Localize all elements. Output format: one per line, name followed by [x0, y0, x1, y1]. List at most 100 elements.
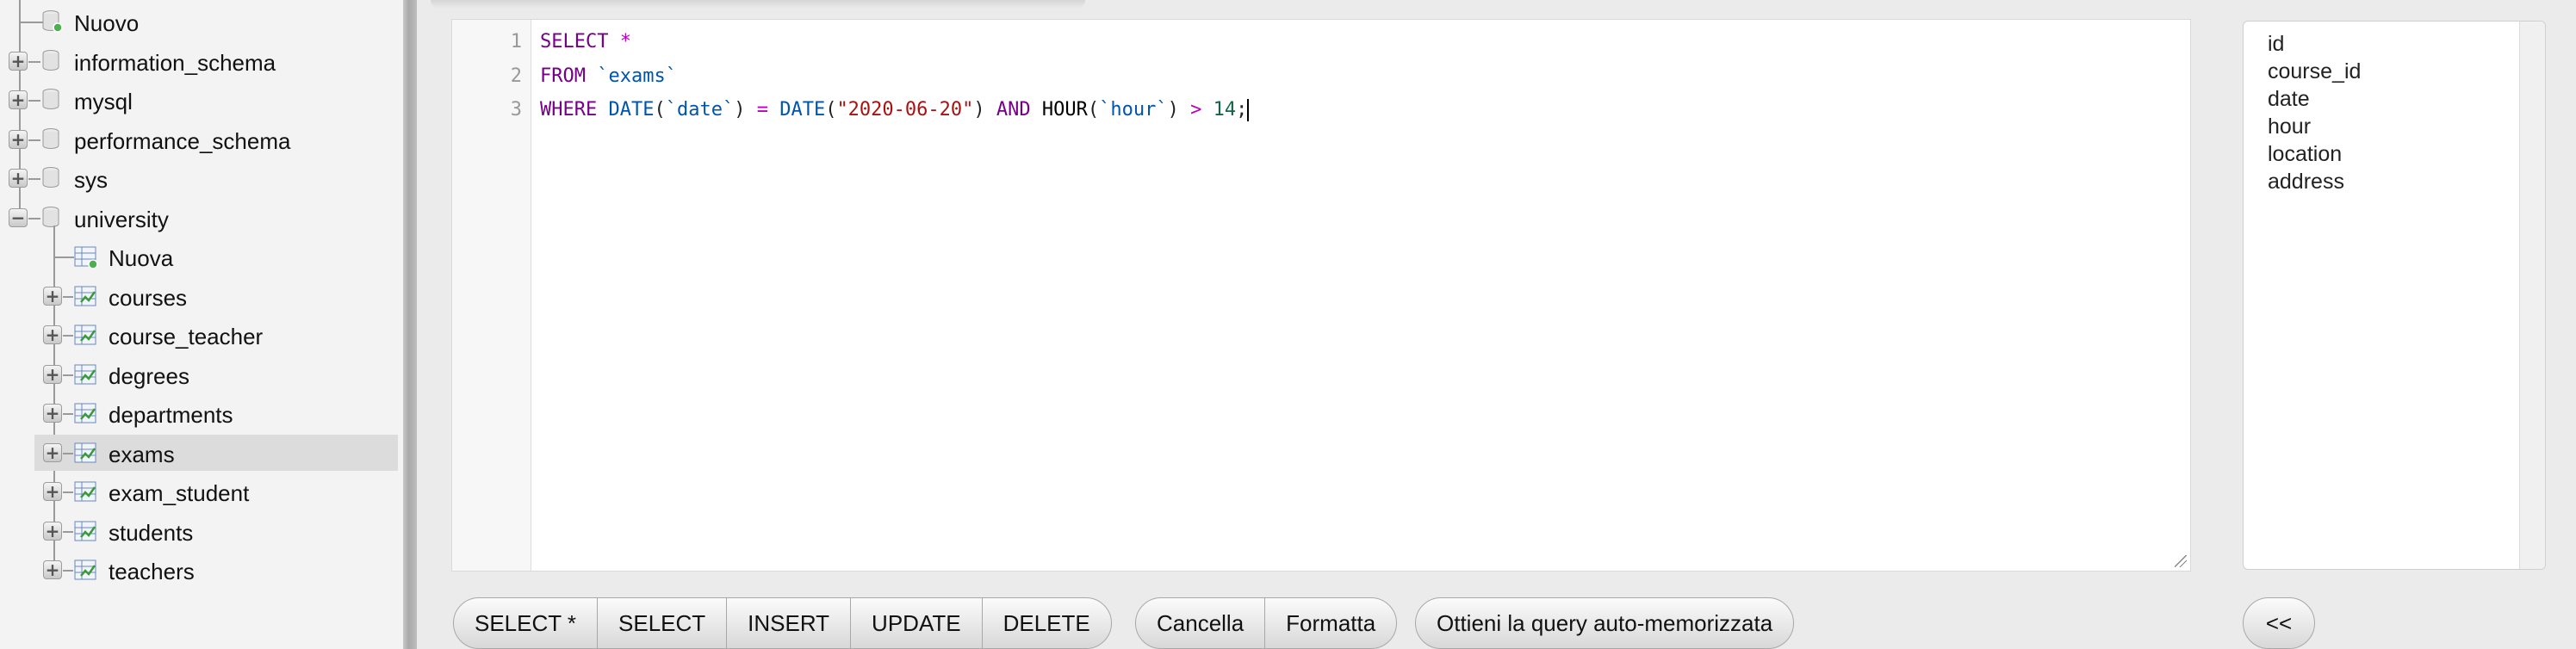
tree-connector	[63, 570, 73, 572]
tree-connector	[63, 491, 73, 493]
expand-icon[interactable]: +	[9, 51, 28, 71]
tree-item-label: exams	[109, 441, 175, 467]
expand-icon[interactable]: +	[9, 129, 28, 149]
tree-item-label: degrees	[109, 362, 189, 389]
tree-item-label: course_teacher	[109, 324, 264, 349]
expand-icon[interactable]: +	[9, 169, 28, 188]
code-token: FROM	[540, 65, 586, 87]
tree-item-label: Nuova	[109, 245, 174, 271]
expand-icon[interactable]: +	[43, 442, 62, 462]
expand-icon[interactable]: +	[43, 560, 62, 579]
get-autosaved-query-button[interactable]: Ottieni la query auto-memorizzata	[1416, 598, 1793, 648]
tree-connector	[28, 100, 40, 102]
tree-connector	[63, 452, 73, 454]
code-token: ;	[1236, 99, 1248, 121]
expand-icon[interactable]: +	[43, 325, 62, 344]
scrollbar[interactable]	[2519, 22, 2545, 569]
table-icon	[74, 481, 96, 502]
database-icon	[42, 89, 59, 109]
table-icon	[74, 403, 96, 423]
tree-item-label: exam_student	[109, 480, 250, 506]
tree-connector	[63, 374, 73, 376]
code-token: SELECT	[540, 31, 609, 53]
code-token: DATE	[608, 99, 655, 121]
new-database-icon	[42, 10, 63, 33]
tree-item-label: Nuovo	[74, 10, 140, 36]
panel-resizer[interactable]	[403, 0, 417, 649]
database-icon	[42, 206, 59, 227]
code-token: 14	[1213, 99, 1237, 121]
tree-item-label: mysql	[74, 89, 133, 114]
insert-button[interactable]: INSERT	[727, 598, 852, 648]
navigation-tree: Nuovo + information_schema + mysql + performan…	[0, 0, 403, 649]
code-token: )	[1167, 99, 1179, 121]
code-token: `date`	[665, 99, 735, 121]
delete-button[interactable]: DELETE	[983, 598, 1111, 648]
expand-icon[interactable]: +	[43, 521, 62, 541]
tree-item-label: information_schema	[74, 49, 276, 76]
update-button[interactable]: UPDATE	[851, 598, 983, 648]
table-icon	[74, 364, 96, 384]
column-item-course-id[interactable]: course_id	[2268, 59, 2361, 84]
sql-editor[interactable]: 123 SELECT * FROM `exams` WHERE DATE(`date…	[451, 19, 2191, 572]
tree-item-label: departments	[109, 402, 233, 428]
autosave-button-group: Ottieni la query auto-memorizzata	[1415, 597, 1795, 649]
expand-icon[interactable]: +	[9, 90, 28, 109]
column-item-date[interactable]: date	[2268, 87, 2310, 112]
column-item-location[interactable]: location	[2268, 142, 2342, 167]
expand-icon[interactable]: +	[43, 364, 62, 384]
code-token: `hour`	[1099, 99, 1168, 121]
code-token: >	[1190, 99, 1202, 121]
expand-icon[interactable]: +	[43, 286, 62, 306]
resize-grip-icon[interactable]	[2175, 555, 2187, 567]
column-list[interactable]: id course_iddate hour location address	[2243, 21, 2546, 570]
code-token: WHERE	[540, 99, 598, 121]
insert-column-button[interactable]: <<	[2244, 598, 2314, 648]
query-template-buttons: SELECT * SELECT INSERT UPDATE DELETE	[453, 597, 1112, 649]
code-token: HOUR	[1041, 99, 1088, 121]
code-token: )	[973, 99, 985, 121]
line-number: 2	[510, 65, 522, 87]
tree-item-label: students	[109, 519, 194, 546]
code-token: *	[619, 31, 631, 53]
code-line: WHERE DATE(`date`) = DATE("2020-06-20") …	[540, 99, 1250, 121]
collapse-icon[interactable]: −	[9, 207, 28, 227]
cancella-button[interactable]: Cancella	[1136, 598, 1266, 648]
editor-action-buttons: Cancella Formatta	[1135, 597, 1398, 649]
expand-icon[interactable]: +	[43, 482, 62, 501]
insert-column-group: <<	[2243, 597, 2315, 649]
database-icon	[42, 167, 59, 188]
code-token: =	[756, 99, 768, 121]
select-button[interactable]: SELECT	[598, 598, 728, 648]
tree-item-label: performance_schema	[74, 127, 291, 154]
table-icon	[74, 521, 96, 541]
code-token: "2020-06-20"	[836, 99, 974, 121]
line-number-gutter: 1 2 3	[452, 20, 531, 571]
column-item-hour[interactable]: hour	[2268, 114, 2311, 139]
code-token: AND	[996, 99, 1031, 121]
line-number: 1	[510, 31, 522, 53]
database-icon	[42, 127, 59, 149]
new-table-icon	[74, 246, 98, 269]
column-item-id[interactable]: id	[2268, 32, 2284, 57]
code-line: FROM `exams`	[540, 65, 677, 87]
formatta-button[interactable]: Formatta	[1265, 598, 1396, 648]
tree-item-label: courses	[109, 284, 188, 311]
column-item-address[interactable]: address	[2268, 170, 2344, 195]
tree-connector	[63, 413, 73, 415]
code-token: `exams`	[597, 65, 677, 87]
code-token: (	[654, 99, 666, 121]
tree-connector	[53, 257, 74, 258]
expand-icon[interactable]: +	[43, 404, 62, 423]
select-all-button[interactable]: SELECT *	[454, 598, 599, 648]
tree-connector	[63, 530, 73, 533]
tree-connector	[28, 139, 40, 141]
table-icon	[74, 559, 96, 580]
